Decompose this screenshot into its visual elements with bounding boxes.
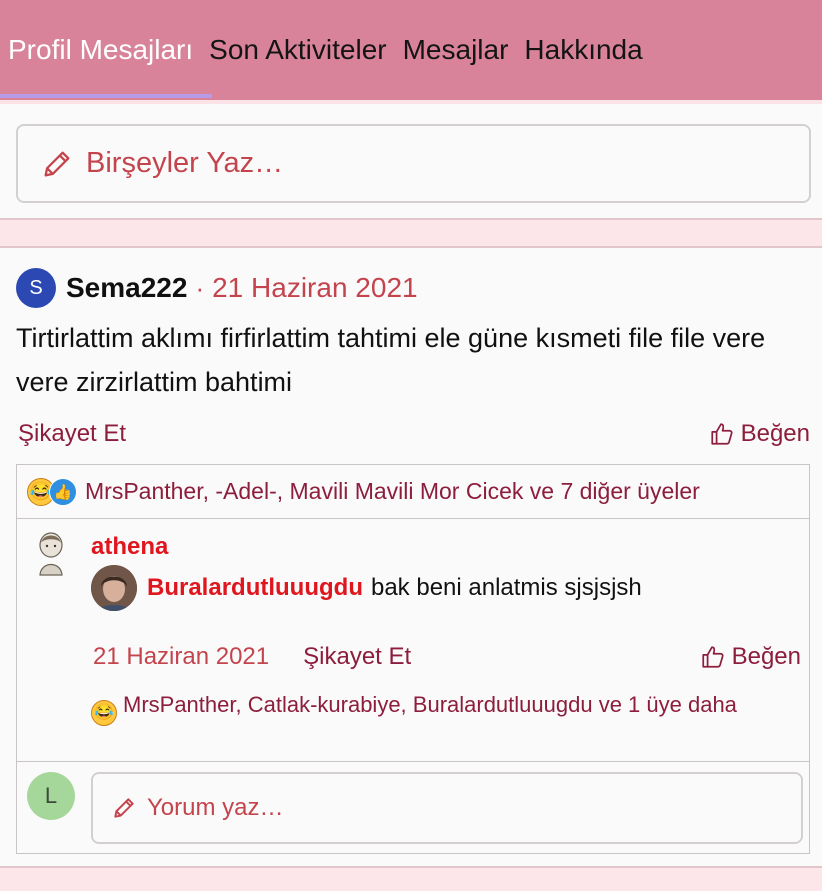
post-reactions: 😂 👍 MrsPanther, -Adel-, Mavili Mavili Mo… xyxy=(17,465,809,519)
mention-link[interactable]: Buralardutluuugdu xyxy=(147,574,363,602)
like-label: Beğen xyxy=(740,420,810,447)
mention-avatar[interactable] xyxy=(91,565,137,611)
thumbs-up-icon xyxy=(701,646,724,668)
tab-profile-messages[interactable]: Profil Mesajları xyxy=(8,36,193,64)
avatar[interactable]: S xyxy=(16,268,56,308)
profile-post: S Sema222 · 21 Haziran 2021 Tirtirlattim… xyxy=(0,246,822,868)
avatar: L xyxy=(27,772,75,820)
profile-tabs: Profil Mesajları Son Aktiviteler Mesajla… xyxy=(0,0,822,100)
post-date[interactable]: 21 Haziran 2021 xyxy=(212,272,417,304)
post-author[interactable]: Sema222 xyxy=(66,272,187,304)
reply-input[interactable]: Yorum yaz… xyxy=(91,772,803,844)
comment-text: bak beni anlatmis sjsjsjsh xyxy=(370,574,642,601)
comment-like-button[interactable]: Beğen xyxy=(700,643,801,671)
reply-row: L Yorum yaz… xyxy=(17,761,809,853)
reactions-summary[interactable]: MrsPanther, -Adel-, Mavili Mavili Mor Ci… xyxy=(85,478,700,505)
composer-section: Birşeyler Yaz… xyxy=(0,104,822,220)
post-header: S Sema222 · 21 Haziran 2021 xyxy=(16,268,418,308)
composer-placeholder: Birşeyler Yaz… xyxy=(86,147,284,179)
tab-about[interactable]: Hakkında xyxy=(524,36,642,64)
comment-author[interactable]: athena xyxy=(91,533,168,561)
avatar-letter: L xyxy=(44,783,58,808)
status-composer-input[interactable]: Birşeyler Yaz… xyxy=(16,124,811,203)
avatar-letter: S xyxy=(29,276,43,299)
tab-recent-activity[interactable]: Son Aktiviteler xyxy=(209,36,386,64)
comment: athena Buralardutluuugdu bak beni anlatm… xyxy=(17,519,809,759)
comment-reactions-summary: MrsPanther, Catlak-kurabiye, Buralardutl… xyxy=(123,692,737,717)
post-actions: Şikayet Et Beğen xyxy=(18,420,810,448)
like-button[interactable]: Beğen xyxy=(709,420,810,448)
comment-body: Buralardutluuugdu bak beni anlatmis sjsj… xyxy=(91,565,642,611)
meta-separator: · xyxy=(195,272,205,303)
tab-messages[interactable]: Mesajlar xyxy=(403,36,509,64)
comment-thread: 😂 👍 MrsPanther, -Adel-, Mavili Mavili Mo… xyxy=(16,464,810,854)
avatar[interactable] xyxy=(33,529,69,577)
laughing-emoji-icon: 😂 xyxy=(91,700,117,726)
active-tab-indicator xyxy=(0,94,212,98)
thumbs-up-emoji-icon: 👍 xyxy=(49,477,77,506)
report-button[interactable]: Şikayet Et xyxy=(18,420,126,448)
pencil-icon xyxy=(44,151,70,176)
reply-placeholder: Yorum yaz… xyxy=(147,794,284,821)
pencil-icon xyxy=(114,798,134,818)
comment-date[interactable]: 21 Haziran 2021 xyxy=(93,643,269,671)
comment-like-label: Beğen xyxy=(731,643,801,670)
comment-report-button[interactable]: Şikayet Et xyxy=(303,643,411,671)
comment-reactions[interactable]: 😂 MrsPanther, Catlak-kurabiye, Buralardut… xyxy=(91,689,781,726)
post-body: Tirtirlattim aklımı firfirlattim tahtimi… xyxy=(16,323,766,397)
comment-meta: 21 Haziran 2021 Şikayet Et Beğen xyxy=(93,643,801,671)
thumbs-up-icon xyxy=(710,423,733,445)
